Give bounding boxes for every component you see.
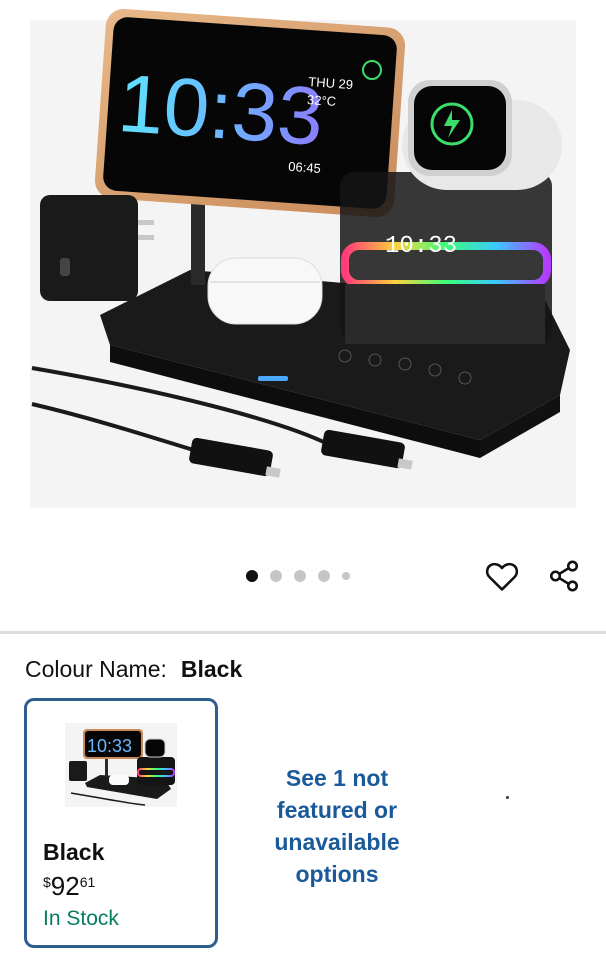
- variant-name: Black: [43, 839, 105, 865]
- thumb-clock-text: 10:33: [87, 736, 132, 756]
- carousel-dot[interactable]: [270, 570, 282, 582]
- share-icon: [549, 560, 579, 592]
- phone-clock-text: 10:33: [115, 58, 326, 163]
- charging-station-image: 10:33 THU 29 32°C 06:45 10:33: [30, 8, 576, 508]
- carousel-dot[interactable]: [294, 570, 306, 582]
- carousel-dots: [246, 568, 350, 584]
- svg-text:32°C: 32°C: [307, 92, 337, 109]
- variant-thumbnail: 10:33: [65, 723, 177, 807]
- svg-text:06:45: 06:45: [288, 159, 322, 176]
- variant-price: $9261: [43, 871, 95, 902]
- section-divider: [0, 631, 606, 634]
- display-clock-text: 10:33: [385, 233, 457, 260]
- share-button[interactable]: [546, 558, 582, 594]
- carousel-dot[interactable]: [342, 572, 350, 580]
- heart-icon: [485, 562, 519, 591]
- colour-name-row: Colour Name: Black: [25, 656, 242, 683]
- stock-status: In Stock: [43, 907, 119, 930]
- carousel-dot[interactable]: [246, 570, 258, 582]
- price-symbol: $: [43, 874, 51, 890]
- colour-value: Black: [180, 656, 243, 682]
- product-image[interactable]: 10:33 THU 29 32°C 06:45 10:33: [0, 0, 606, 540]
- variant-option-selected[interactable]: 10:33 Black $9261 In Stock: [24, 698, 218, 948]
- price-fraction: 61: [79, 874, 96, 890]
- carousel-dot[interactable]: [318, 570, 330, 582]
- decorative-dot: [506, 796, 509, 799]
- svg-text:THU 29: THU 29: [308, 74, 354, 92]
- see-unavailable-options-link[interactable]: See 1 not featured or unavailable option…: [254, 762, 420, 890]
- price-whole: 92: [50, 871, 80, 901]
- wishlist-button[interactable]: [484, 558, 520, 594]
- colour-label: Colour Name:: [25, 656, 167, 682]
